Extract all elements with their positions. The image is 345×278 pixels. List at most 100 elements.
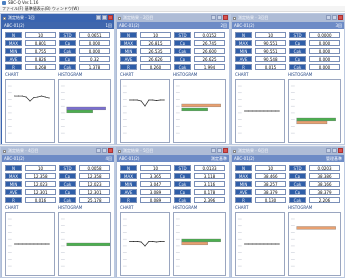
chart-point	[156, 241, 157, 243]
stat-row: N 10 STD 0.0133	[120, 165, 226, 172]
stat-row: N 10 STD 0.0152	[120, 32, 226, 39]
panel-icon	[233, 16, 236, 20]
stat-label: AVE	[235, 56, 252, 62]
stat-label: AVE	[120, 189, 137, 195]
stat-value: 0.178	[194, 189, 225, 195]
control-chart-svg	[122, 218, 165, 267]
result-panel[interactable]: 測定結果 - 4回目 ABC-01(2) 4回 N 10 STD 0.0058 …	[0, 146, 115, 278]
close-icon[interactable]	[108, 148, 113, 153]
histogram-bar	[181, 107, 208, 112]
minimize-icon[interactable]	[326, 148, 331, 153]
close-icon[interactable]	[338, 148, 343, 153]
chart-point	[29, 100, 31, 102]
panel-title: 測定結果 - 5回目	[123, 148, 154, 153]
chart-point	[267, 243, 269, 245]
panel-round: 測定基準	[211, 155, 227, 161]
result-panel[interactable]: 測定結果 - 2回目 ABC-01(2) 2回 N 10 STD 0.0152 …	[115, 13, 230, 145]
stat-value: 2.206	[309, 197, 340, 203]
result-panel[interactable]: 測定結果 - 5回目 ABC-01(2) 測定基準 N 10 STD 0.013…	[115, 146, 230, 278]
maximize-icon[interactable]	[102, 15, 107, 20]
stat-value: 0.016	[25, 197, 56, 203]
stat-value: 0.0203	[309, 165, 340, 171]
stat-value: 26.600	[194, 48, 225, 54]
histogram-bar	[181, 238, 221, 243]
stat-value: 0.000	[309, 48, 340, 54]
minimize-icon[interactable]	[211, 15, 216, 20]
stat-label: Cp	[289, 189, 306, 195]
chart-point	[271, 110, 272, 112]
chart-label: CHART	[120, 205, 134, 210]
stat-label: MAX	[120, 173, 137, 179]
panel-header: ABC-01(2) 管理基準	[232, 155, 344, 162]
minimize-icon[interactable]	[96, 148, 101, 153]
stat-value: 0.0058	[79, 165, 110, 171]
maximize-icon[interactable]	[217, 148, 222, 153]
chart-point	[37, 96, 39, 98]
panel-window-controls	[96, 148, 113, 153]
result-panel[interactable]: 測定結果 - 3回目 ABC-01(2) 3回 N 10 STD 0.0000 …	[230, 13, 345, 145]
panel-title: 測定結果 - 6回目	[238, 148, 269, 153]
stat-row: MIN 12.023 Cpk 12.023	[5, 181, 111, 188]
stat-label: Cpk	[174, 64, 191, 70]
histogram-label: HISTOGRAM	[173, 205, 198, 210]
chart-point	[163, 99, 165, 101]
chart-point	[129, 99, 131, 101]
chart-point	[140, 241, 142, 243]
panel-icon	[233, 149, 236, 153]
result-panel[interactable]: 測定結果 - 6回目 ABC-01(2) 管理基準 N 10 STD 0.020…	[230, 146, 345, 278]
panel-body: ABC-01(2) 2回 N 10 STD 0.0152 MAX 26.815 …	[117, 22, 229, 144]
stat-value: 12.358	[79, 173, 110, 179]
close-icon[interactable]	[223, 15, 228, 20]
chart-point	[37, 243, 39, 245]
stat-label: AVE	[235, 189, 252, 195]
close-icon[interactable]	[108, 15, 113, 20]
stat-value: 0.000	[309, 40, 340, 46]
histogram-bar	[66, 109, 93, 114]
panel-title: 測定結果 - 1回	[8, 15, 35, 20]
stat-value: 90.551	[255, 48, 286, 54]
stat-row: N 10 STD 0.0203	[235, 165, 341, 172]
control-chart-svg	[237, 85, 280, 134]
maximize-icon[interactable]	[332, 15, 337, 20]
stat-label: Cpk	[174, 181, 191, 187]
stat-value: 26.625	[194, 56, 225, 62]
maximize-icon[interactable]	[102, 148, 107, 153]
stat-value: 90.548	[255, 56, 286, 62]
stat-label: Cpk	[174, 48, 191, 54]
stat-value: 3.116	[194, 181, 225, 187]
stat-value: 0.089	[140, 197, 171, 203]
stat-label: MAX	[235, 40, 252, 46]
chart-series-line	[129, 99, 165, 107]
panel-icon	[3, 16, 6, 20]
stat-label: MIN	[5, 181, 22, 187]
stat-label: STD	[59, 32, 76, 38]
menu-items[interactable]: ファイル(F) 基準値表示(B) ウィンドウ(W)	[2, 6, 79, 12]
stat-label: Cp	[289, 56, 306, 62]
minimize-icon[interactable]	[211, 148, 216, 153]
stat-label: STD	[289, 32, 306, 38]
chart-label: CHART	[120, 72, 134, 77]
panel-header: ABC-01(2) 4回	[2, 155, 114, 162]
histogram-svg	[175, 218, 221, 267]
chart-point	[48, 243, 50, 245]
panel-round: 4回	[105, 155, 112, 161]
stat-label: Cp	[59, 173, 76, 179]
stat-label: Cpk	[289, 181, 306, 187]
chart-point	[33, 97, 35, 99]
stat-row: N 10 STD 0.0000	[235, 32, 341, 39]
close-icon[interactable]	[338, 15, 343, 20]
menu-bar[interactable]: ファイル(F) 基準値表示(B) ウィンドウ(W)	[0, 6, 345, 12]
histogram-label: HISTOGRAM	[58, 205, 83, 210]
stat-label: MIN	[120, 48, 137, 54]
stat-label: Cp	[289, 40, 306, 46]
result-panel[interactable]: 測定結果 - 1回 ABC-01(2) 1回 N 10 STD 0.0651 M…	[0, 13, 115, 145]
close-icon[interactable]	[223, 148, 228, 153]
maximize-icon[interactable]	[217, 15, 222, 20]
histogram-chart	[173, 79, 226, 143]
stat-label: Cp	[174, 189, 191, 195]
maximize-icon[interactable]	[332, 148, 337, 153]
minimize-icon[interactable]	[96, 15, 101, 20]
stat-label: R	[120, 197, 137, 203]
minimize-icon[interactable]	[326, 15, 331, 20]
chart-point	[133, 241, 134, 242]
